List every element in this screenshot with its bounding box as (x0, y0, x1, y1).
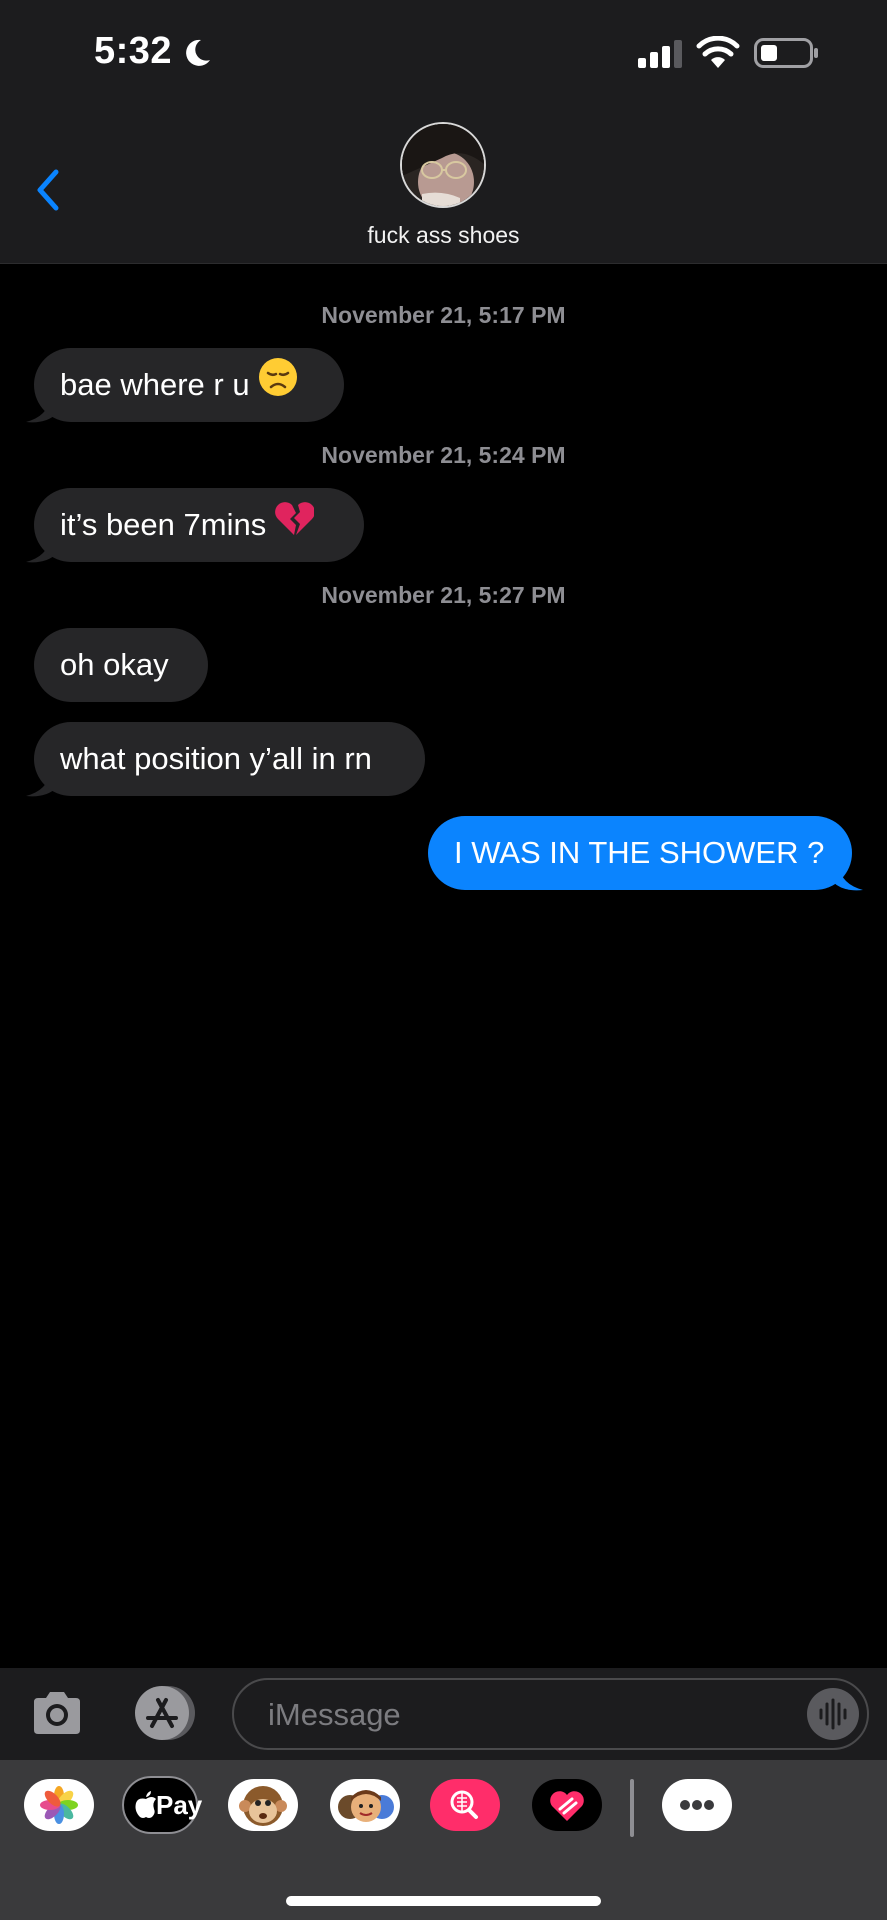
apple-pay-label: Pay (156, 1790, 203, 1820)
message-text: I WAS IN THE SHOWER ? (454, 835, 825, 870)
message-text: bae where r u (60, 367, 250, 402)
broken-heart-icon (274, 490, 316, 564)
back-chevron-icon[interactable] (30, 162, 70, 218)
more-apps-icon[interactable] (662, 1779, 732, 1831)
incoming-message-bubble[interactable]: it’s been 7mins (34, 488, 364, 562)
outgoing-message-bubble[interactable]: I WAS IN THE SHOWER ? (428, 816, 852, 890)
imessage-app-drawer: Pay (0, 1760, 887, 1920)
waveform-icon (819, 1698, 847, 1730)
battery-icon (754, 38, 818, 68)
incoming-message-bubble[interactable]: bae where r u (34, 348, 344, 422)
avatar-photo (402, 124, 484, 206)
audio-message-button[interactable] (807, 1688, 859, 1740)
message-timestamp: November 21, 5:27 PM (321, 582, 566, 608)
imessage-input[interactable] (232, 1678, 869, 1750)
disappointed-face-icon (258, 350, 298, 424)
message-timestamp: November 21, 5:17 PM (321, 302, 566, 328)
apple-pay-icon[interactable]: Pay (122, 1776, 202, 1834)
message-text: it’s been 7mins (60, 507, 267, 542)
message-text: what position y’all in rn (60, 741, 372, 776)
incoming-message-bubble[interactable]: what position y’all in rn (34, 722, 425, 796)
status-time: 5:32 (94, 30, 173, 72)
message-text: oh okay (60, 647, 169, 682)
conversation-header: 5:32 fuck ass shoes (0, 0, 887, 264)
message-timestamp: November 21, 5:24 PM (321, 442, 566, 468)
app-drawer-divider (630, 1779, 634, 1837)
image-search-icon[interactable] (430, 1779, 500, 1831)
message-text-field[interactable] (266, 1680, 770, 1750)
cellular-signal-icon (638, 40, 682, 68)
digital-touch-icon[interactable] (532, 1779, 602, 1831)
app-store-icon[interactable] (130, 1684, 198, 1742)
contact-name[interactable]: fuck ass shoes (0, 222, 887, 249)
photos-app-icon[interactable] (24, 1779, 94, 1831)
wifi-icon (696, 36, 740, 68)
camera-icon[interactable] (30, 1686, 84, 1740)
incoming-message-bubble[interactable]: oh okay (34, 628, 208, 702)
animoji-icon[interactable] (228, 1779, 298, 1831)
message-composer (0, 1668, 887, 1760)
home-indicator[interactable] (286, 1896, 601, 1906)
memoji-stickers-icon[interactable] (330, 1779, 400, 1831)
contact-avatar[interactable] (400, 122, 486, 208)
do-not-disturb-moon-icon (186, 39, 210, 66)
